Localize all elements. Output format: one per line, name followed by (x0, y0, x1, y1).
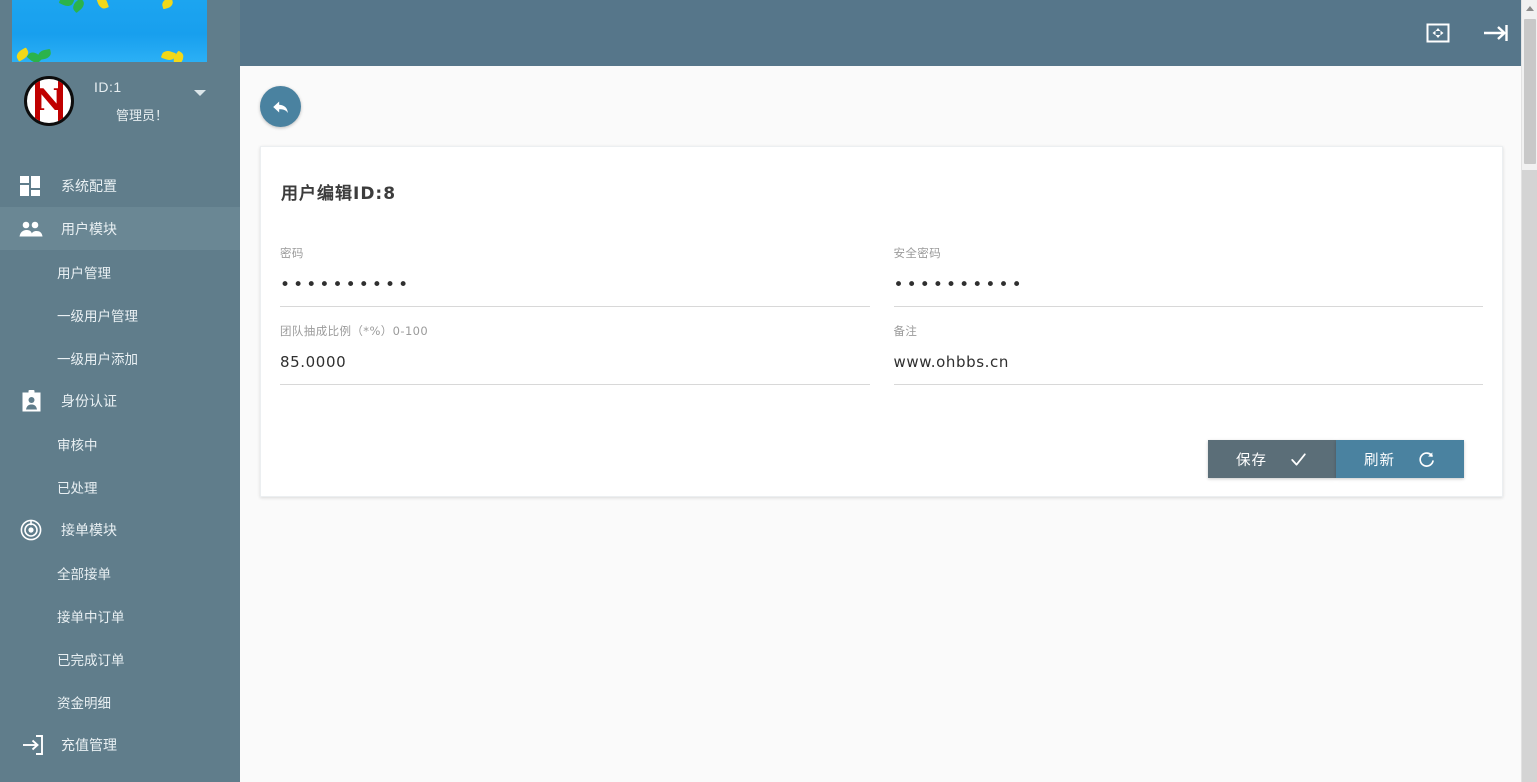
sidebar-menu: 系统配置用户模块用户管理一级用户管理一级用户添加身份认证审核中已处理接单模块全部… (0, 140, 240, 766)
scrollbar-up-button[interactable] (1522, 0, 1537, 17)
sidebar-item-label: 资金明细 (57, 692, 111, 712)
user-profile-block[interactable]: N ID:1 管理员！ (0, 62, 240, 140)
refresh-button[interactable]: 刷新 (1336, 440, 1464, 478)
field-label-password: 密码 (280, 245, 870, 261)
sidebar-item-label: 一级用户管理 (57, 305, 138, 325)
users-group-icon (18, 218, 44, 240)
sidebar-item-label: 用户管理 (57, 262, 111, 282)
sidebar-item-label: 充值管理 (61, 735, 117, 755)
save-button-label: 保存 (1236, 449, 1267, 470)
save-button[interactable]: 保存 (1208, 440, 1336, 478)
back-arrow-icon (270, 96, 292, 118)
avatar-logo-letter: N (35, 86, 62, 116)
sidebar-item-8[interactable]: 接单模块 (0, 508, 240, 551)
field-label-remark: 备注 (894, 323, 1484, 339)
password-input[interactable] (280, 275, 870, 307)
sidebar-item-label: 用户模块 (61, 219, 117, 239)
back-button[interactable] (260, 86, 301, 127)
profile-text: ID:1 管理员！ (94, 79, 224, 124)
sidebar-item-10[interactable]: 接单中订单 (0, 594, 240, 637)
scrollbar-track[interactable] (1522, 170, 1537, 782)
fullscreen-icon[interactable] (1425, 20, 1451, 46)
refresh-icon (1417, 450, 1436, 469)
sidebar-item-label: 审核中 (57, 434, 98, 454)
sidebar-item-label: 接单模块 (61, 520, 117, 540)
leaf-decoration (161, 0, 174, 9)
refresh-button-label: 刷新 (1364, 449, 1395, 470)
sidebar-item-label: 接单中订单 (57, 606, 125, 626)
sidebar-item-11[interactable]: 已完成订单 (0, 637, 240, 680)
leaf-decoration (37, 49, 51, 60)
sidebar-banner-image (12, 0, 207, 62)
sidebar-item-4[interactable]: 一级用户添加 (0, 336, 240, 379)
profile-role: 管理员！ (116, 105, 224, 124)
remark-input[interactable] (894, 353, 1484, 385)
field-label-security-password: 安全密码 (894, 245, 1484, 261)
sidebar-item-0[interactable]: 系统配置 (0, 164, 240, 207)
sidebar-item-5[interactable]: 身份认证 (0, 379, 240, 422)
user-edit-card: 用户编辑ID:8 密码 安全密码团队抽成比例（*%）0-100 备注 保存 刷新 (260, 146, 1503, 497)
team-commission-input[interactable] (280, 353, 870, 385)
field-security-password: 安全密码 (894, 229, 1484, 307)
sidebar-item-13[interactable]: 充值管理 (0, 723, 240, 766)
user-edit-form: 密码 安全密码团队抽成比例（*%）0-100 备注 (280, 229, 1483, 385)
sidebar-item-label: 已处理 (57, 477, 98, 497)
sidebar-item-1[interactable]: 用户模块 (0, 207, 240, 250)
main-region: 用户编辑ID:8 密码 安全密码团队抽成比例（*%）0-100 备注 保存 刷新 (240, 0, 1537, 782)
topbar (240, 0, 1537, 66)
check-icon (1289, 450, 1308, 469)
page-scrollbar[interactable] (1521, 0, 1537, 782)
sidebar-item-label: 系统配置 (61, 176, 117, 196)
chevron-up-icon (1526, 6, 1534, 11)
sidebar-item-label: 已完成订单 (57, 649, 125, 669)
field-label-team-commission: 团队抽成比例（*%）0-100 (280, 323, 870, 339)
field-password: 密码 (280, 229, 870, 307)
sidebar-item-label: 一级用户添加 (57, 348, 138, 368)
admin-app: N ID:1 管理员！ 系统配置用户模块用户管理一级用户管理一级用户添加身份认证… (0, 0, 1537, 782)
scrollbar-thumb[interactable] (1524, 19, 1536, 164)
content-area: 用户编辑ID:8 密码 安全密码团队抽成比例（*%）0-100 备注 保存 刷新 (240, 66, 1537, 782)
leaf-decoration (96, 0, 109, 10)
sidebar-item-label: 身份认证 (61, 391, 117, 411)
page-title: 用户编辑ID:8 (280, 179, 1483, 204)
sidebar-item-12[interactable]: 资金明细 (0, 680, 240, 723)
field-team-commission: 团队抽成比例（*%）0-100 (280, 307, 870, 385)
logout-arrow-icon[interactable] (1481, 20, 1511, 46)
sidebar-item-9[interactable]: 全部接单 (0, 551, 240, 594)
form-actions: 保存 刷新 (280, 440, 1483, 478)
sidebar-item-6[interactable]: 审核中 (0, 422, 240, 465)
sidebar-item-3[interactable]: 一级用户管理 (0, 293, 240, 336)
login-arrow-icon (18, 734, 44, 756)
grid-dashboard-icon (18, 175, 44, 197)
chevron-down-icon[interactable] (194, 90, 206, 96)
security-password-input[interactable] (894, 275, 1484, 307)
field-remark: 备注 (894, 307, 1484, 385)
fingerprint-icon (18, 519, 44, 541)
sidebar-item-label: 全部接单 (57, 563, 111, 583)
sidebar-item-7[interactable]: 已处理 (0, 465, 240, 508)
avatar: N (24, 76, 74, 126)
sidebar-item-2[interactable]: 用户管理 (0, 250, 240, 293)
sidebar: N ID:1 管理员！ 系统配置用户模块用户管理一级用户管理一级用户添加身份认证… (0, 0, 240, 782)
id-badge-icon (18, 390, 44, 412)
